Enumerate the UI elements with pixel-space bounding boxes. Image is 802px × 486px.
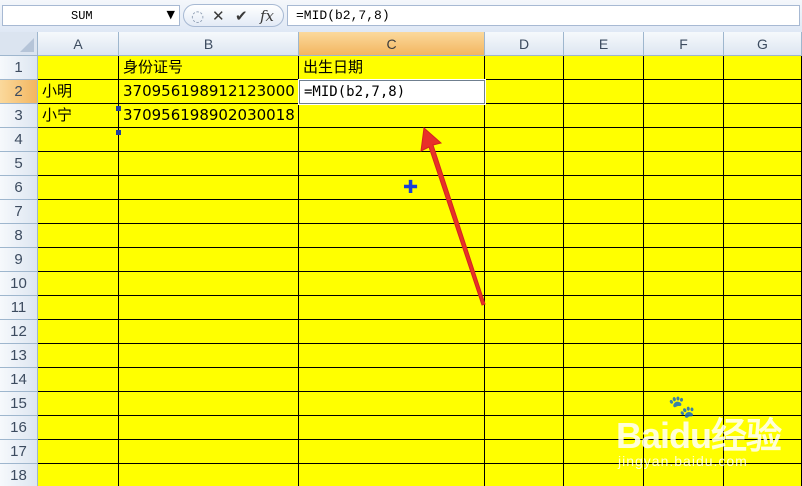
- annotation-arrow: [420, 127, 486, 306]
- arrow-shape: [420, 127, 486, 306]
